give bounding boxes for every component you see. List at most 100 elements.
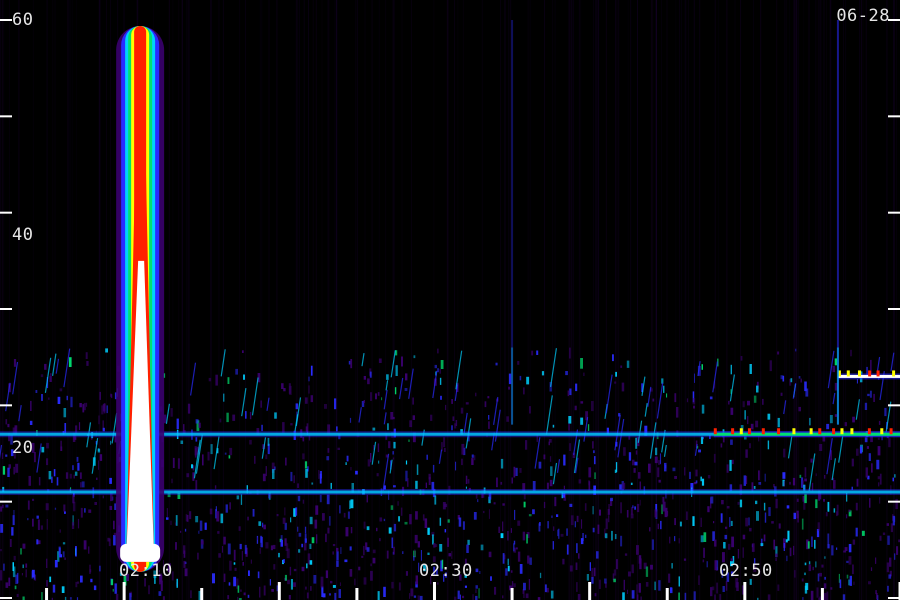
noise-speck (875, 557, 877, 564)
noise-speck (467, 479, 470, 484)
noise-speck (695, 469, 698, 477)
noise-speck (678, 576, 680, 587)
noise-speck (274, 412, 277, 419)
noise-speck (849, 575, 852, 586)
noise-speck (594, 593, 597, 597)
noise-speck (404, 521, 408, 525)
noise-speck (393, 523, 397, 532)
noise-speck (325, 570, 328, 579)
noise-speck (372, 427, 376, 431)
noise-speck (183, 545, 186, 554)
noise-speck (830, 587, 833, 590)
noise-speck (40, 374, 44, 378)
noise-speck (721, 500, 724, 505)
band-spark (777, 428, 781, 435)
noise-streak-slanted (251, 377, 259, 416)
noise-speck (218, 553, 221, 558)
noise-speck (46, 558, 48, 568)
noise-speck (464, 585, 467, 588)
noise-speck (409, 420, 413, 428)
noise-speck (580, 401, 584, 404)
noise-speck (892, 477, 894, 482)
noise-speck (375, 393, 377, 400)
noise-speck (767, 440, 770, 450)
noise-speck (2, 466, 6, 475)
noise-speck (730, 520, 733, 526)
noise-speck (683, 558, 687, 561)
noise-speck (859, 446, 863, 454)
noise-speck (68, 357, 72, 367)
noise-speck (645, 566, 649, 577)
noise-speck (528, 514, 532, 517)
noise-speck (684, 592, 687, 600)
noise-speck (589, 562, 591, 571)
noise-speck (787, 530, 790, 541)
noise-speck (692, 516, 695, 526)
x-tick-label-0250: 02:50 (719, 561, 773, 581)
noise-speck (798, 376, 801, 379)
band-spark (747, 428, 751, 435)
noise-speck (221, 546, 223, 553)
noise-speck (819, 572, 822, 577)
noise-speck (649, 527, 651, 532)
noise-speck (346, 455, 349, 462)
noise-speck (517, 361, 520, 365)
noise-speck (658, 580, 661, 591)
noise-speck (536, 350, 539, 355)
noise-speck (64, 557, 66, 560)
noise-speck (410, 588, 414, 597)
noise-speck (22, 596, 25, 600)
noise-speck (608, 515, 610, 523)
noise-speck (232, 414, 236, 421)
noise-speck (243, 374, 245, 380)
noise-speck (753, 486, 756, 489)
noise-speck (51, 476, 53, 483)
noise-speck (597, 524, 600, 534)
noise-speck (546, 482, 549, 489)
noise-speck (310, 365, 313, 376)
noise-speck (290, 423, 293, 426)
noise-speck (778, 523, 781, 529)
noise-speck (815, 473, 817, 477)
noise-speck (102, 404, 106, 412)
noise-speck (879, 535, 882, 541)
noise-speck (304, 538, 307, 543)
noise-speck (611, 530, 613, 541)
noise-speck (624, 553, 628, 556)
noise-speck (52, 584, 56, 593)
noise-speck (864, 437, 868, 443)
noise-speck (302, 436, 305, 442)
noise-speck (614, 534, 617, 540)
noise-speck (183, 560, 186, 568)
noise-speck (844, 547, 848, 551)
noise-speck (201, 540, 204, 545)
noise-speck (517, 551, 521, 562)
noise-speck (804, 381, 807, 392)
noise-speck (30, 400, 32, 411)
noise-speck (604, 533, 608, 539)
noise-speck (719, 594, 722, 600)
noise-speck (693, 405, 695, 409)
noise-speck (158, 591, 162, 596)
noise-speck (33, 574, 36, 580)
noise-speck (783, 543, 785, 551)
noise-speck (198, 422, 201, 428)
noise-speck (703, 547, 705, 558)
noise-speck (529, 557, 532, 565)
noise-speck (330, 482, 332, 489)
band-spark (892, 370, 896, 377)
noise-speck (240, 494, 243, 505)
noise-speck (631, 507, 633, 515)
noise-speck (430, 414, 433, 421)
noise-speck (422, 514, 425, 521)
noise-speck (892, 515, 895, 526)
noise-speck (310, 586, 312, 591)
noise-speck (569, 503, 573, 507)
noise-speck (660, 520, 662, 530)
noise-speck (638, 555, 642, 564)
noise-speck (185, 514, 188, 522)
noise-speck (105, 348, 108, 353)
noise-speck (349, 417, 352, 423)
noise-speck (316, 534, 318, 544)
noise-speck (247, 594, 250, 598)
